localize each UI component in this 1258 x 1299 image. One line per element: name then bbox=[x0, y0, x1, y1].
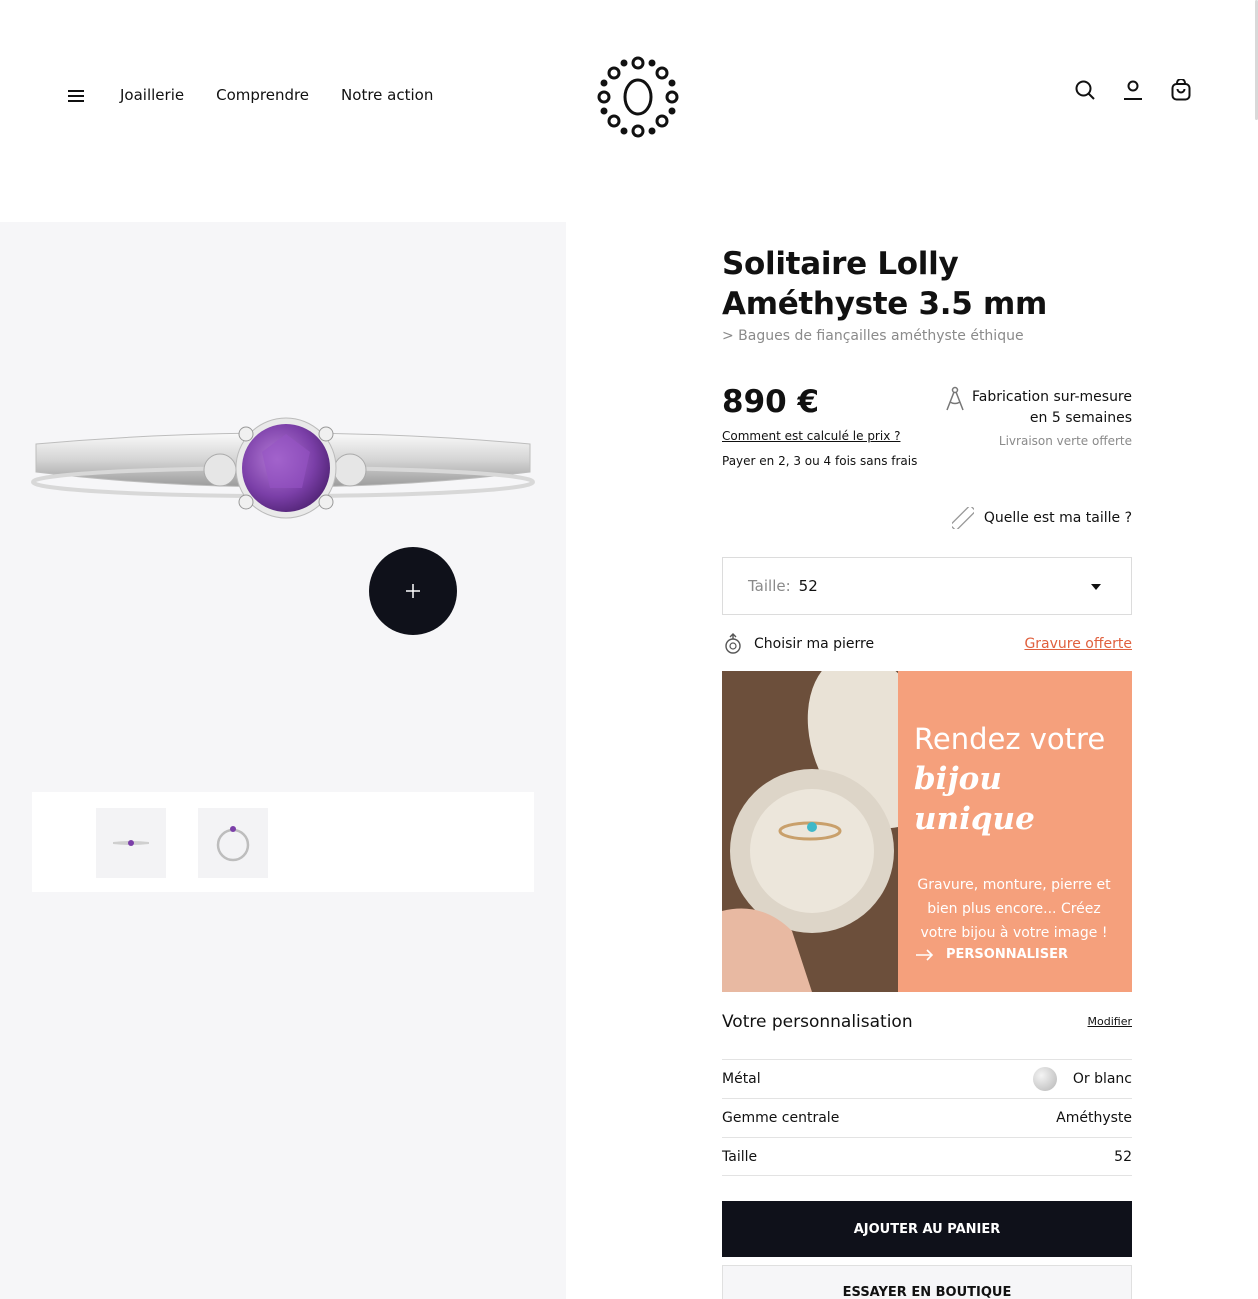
product-info: Solitaire Lolly Améthyste 3.5 mm > Bague… bbox=[722, 244, 1132, 1299]
zoom-button[interactable] bbox=[369, 547, 457, 635]
menu-icon[interactable] bbox=[66, 86, 86, 106]
nav-notre-action[interactable]: Notre action bbox=[341, 86, 433, 104]
banner-description: Gravure, monture, pierre et bien plus en… bbox=[917, 877, 1111, 941]
fabrication-line1: Fabrication sur-mesure bbox=[972, 389, 1132, 405]
spec-row-size: Taille 52 bbox=[722, 1137, 1132, 1176]
metal-swatch bbox=[1032, 1067, 1057, 1091]
product-image[interactable] bbox=[20, 402, 546, 542]
size-select[interactable]: Taille: 52 bbox=[722, 557, 1132, 615]
user-icon[interactable] bbox=[1122, 78, 1144, 102]
main-nav: Joaillerie Comprendre Notre action bbox=[120, 86, 433, 104]
ring-box-photo bbox=[722, 671, 937, 992]
personalisation-title: Votre personnalisation bbox=[722, 1012, 913, 1032]
search-icon[interactable] bbox=[1074, 78, 1096, 102]
thumbnail-front[interactable] bbox=[96, 808, 166, 878]
personalise-banner[interactable]: Rendez votre bijou unique Gravure, montu… bbox=[722, 671, 1132, 992]
thumbnail-side[interactable] bbox=[198, 808, 268, 878]
add-to-cart-button[interactable]: AJOUTER AU PANIER bbox=[722, 1201, 1132, 1257]
chevron-down-icon bbox=[1091, 584, 1101, 590]
fabrication-line2: en 5 semaines bbox=[1029, 410, 1132, 426]
try-in-store-button[interactable]: ESSAYER EN BOUTIQUE bbox=[722, 1265, 1132, 1299]
banner-heading-line: Rendez votre bbox=[914, 722, 1106, 756]
gem-icon bbox=[725, 633, 741, 654]
delivery-info: Livraison verte offerte bbox=[998, 434, 1132, 448]
spec-value: Améthyste bbox=[1056, 1110, 1132, 1126]
banner-heading-emphasis: bijou unique bbox=[914, 761, 1035, 837]
breadcrumb[interactable]: > Bagues de fiançailles améthyste éthiqu… bbox=[722, 328, 1132, 344]
product-gallery bbox=[0, 222, 566, 1299]
nav-joaillerie[interactable]: Joaillerie bbox=[120, 86, 184, 104]
site-header: Joaillerie Comprendre Notre action bbox=[0, 0, 1258, 190]
spec-label: Taille bbox=[722, 1148, 758, 1165]
engraving-link[interactable]: Gravure offerte bbox=[1024, 636, 1132, 652]
payment-info: Payer en 2, 3 ou 4 fois sans frais bbox=[722, 454, 918, 468]
choose-stone-link[interactable]: Choisir ma pierre bbox=[722, 633, 874, 655]
banner-heading: Rendez votre bijou unique bbox=[914, 719, 1114, 839]
brand-logo[interactable] bbox=[596, 55, 680, 139]
header-icons bbox=[1074, 78, 1192, 102]
spec-label: Gemme centrale bbox=[722, 1110, 840, 1126]
product-price: 890 € bbox=[722, 384, 820, 420]
ruler-icon bbox=[951, 507, 974, 529]
banner-text: Rendez votre bijou unique Gravure, montu… bbox=[914, 719, 1114, 945]
spec-label: Métal bbox=[722, 1071, 761, 1087]
thumbnail-strip bbox=[32, 792, 534, 892]
size-select-label: Taille: bbox=[748, 577, 791, 595]
personalise-button[interactable]: PERSONNALISER bbox=[916, 947, 1068, 962]
arrow-right-icon bbox=[916, 948, 934, 961]
choose-stone-label: Choisir ma pierre bbox=[754, 636, 875, 652]
personalise-label: PERSONNALISER bbox=[946, 947, 1069, 962]
price-explanation-link[interactable]: Comment est calculé le prix ? bbox=[722, 429, 900, 443]
edit-personalisation-link[interactable]: Modifier bbox=[1088, 1015, 1132, 1028]
stone-options-row: Choisir ma pierre Gravure offerte bbox=[722, 632, 1132, 656]
size-select-value: 52 bbox=[798, 577, 818, 595]
spec-row-gem: Gemme centrale Améthyste bbox=[722, 1098, 1132, 1137]
nav-comprendre[interactable]: Comprendre bbox=[216, 86, 309, 104]
personalisation-table: Métal Or blanc Gemme centrale Améthyste … bbox=[722, 1059, 1132, 1176]
size-guide-link[interactable]: Quelle est ma taille ? bbox=[951, 507, 1132, 529]
spec-value: Or blanc bbox=[1072, 1071, 1132, 1087]
bag-icon[interactable] bbox=[1170, 78, 1192, 102]
spec-value: 52 bbox=[1114, 1148, 1132, 1165]
plus-icon bbox=[406, 584, 420, 598]
product-title: Solitaire Lolly Améthyste 3.5 mm bbox=[722, 246, 1048, 322]
fabrication-info: Fabrication sur-mesure en 5 semaines Liv… bbox=[932, 387, 1132, 452]
spec-row-metal: Métal Or blanc bbox=[722, 1059, 1132, 1098]
size-guide-label: Quelle est ma taille ? bbox=[983, 510, 1132, 526]
